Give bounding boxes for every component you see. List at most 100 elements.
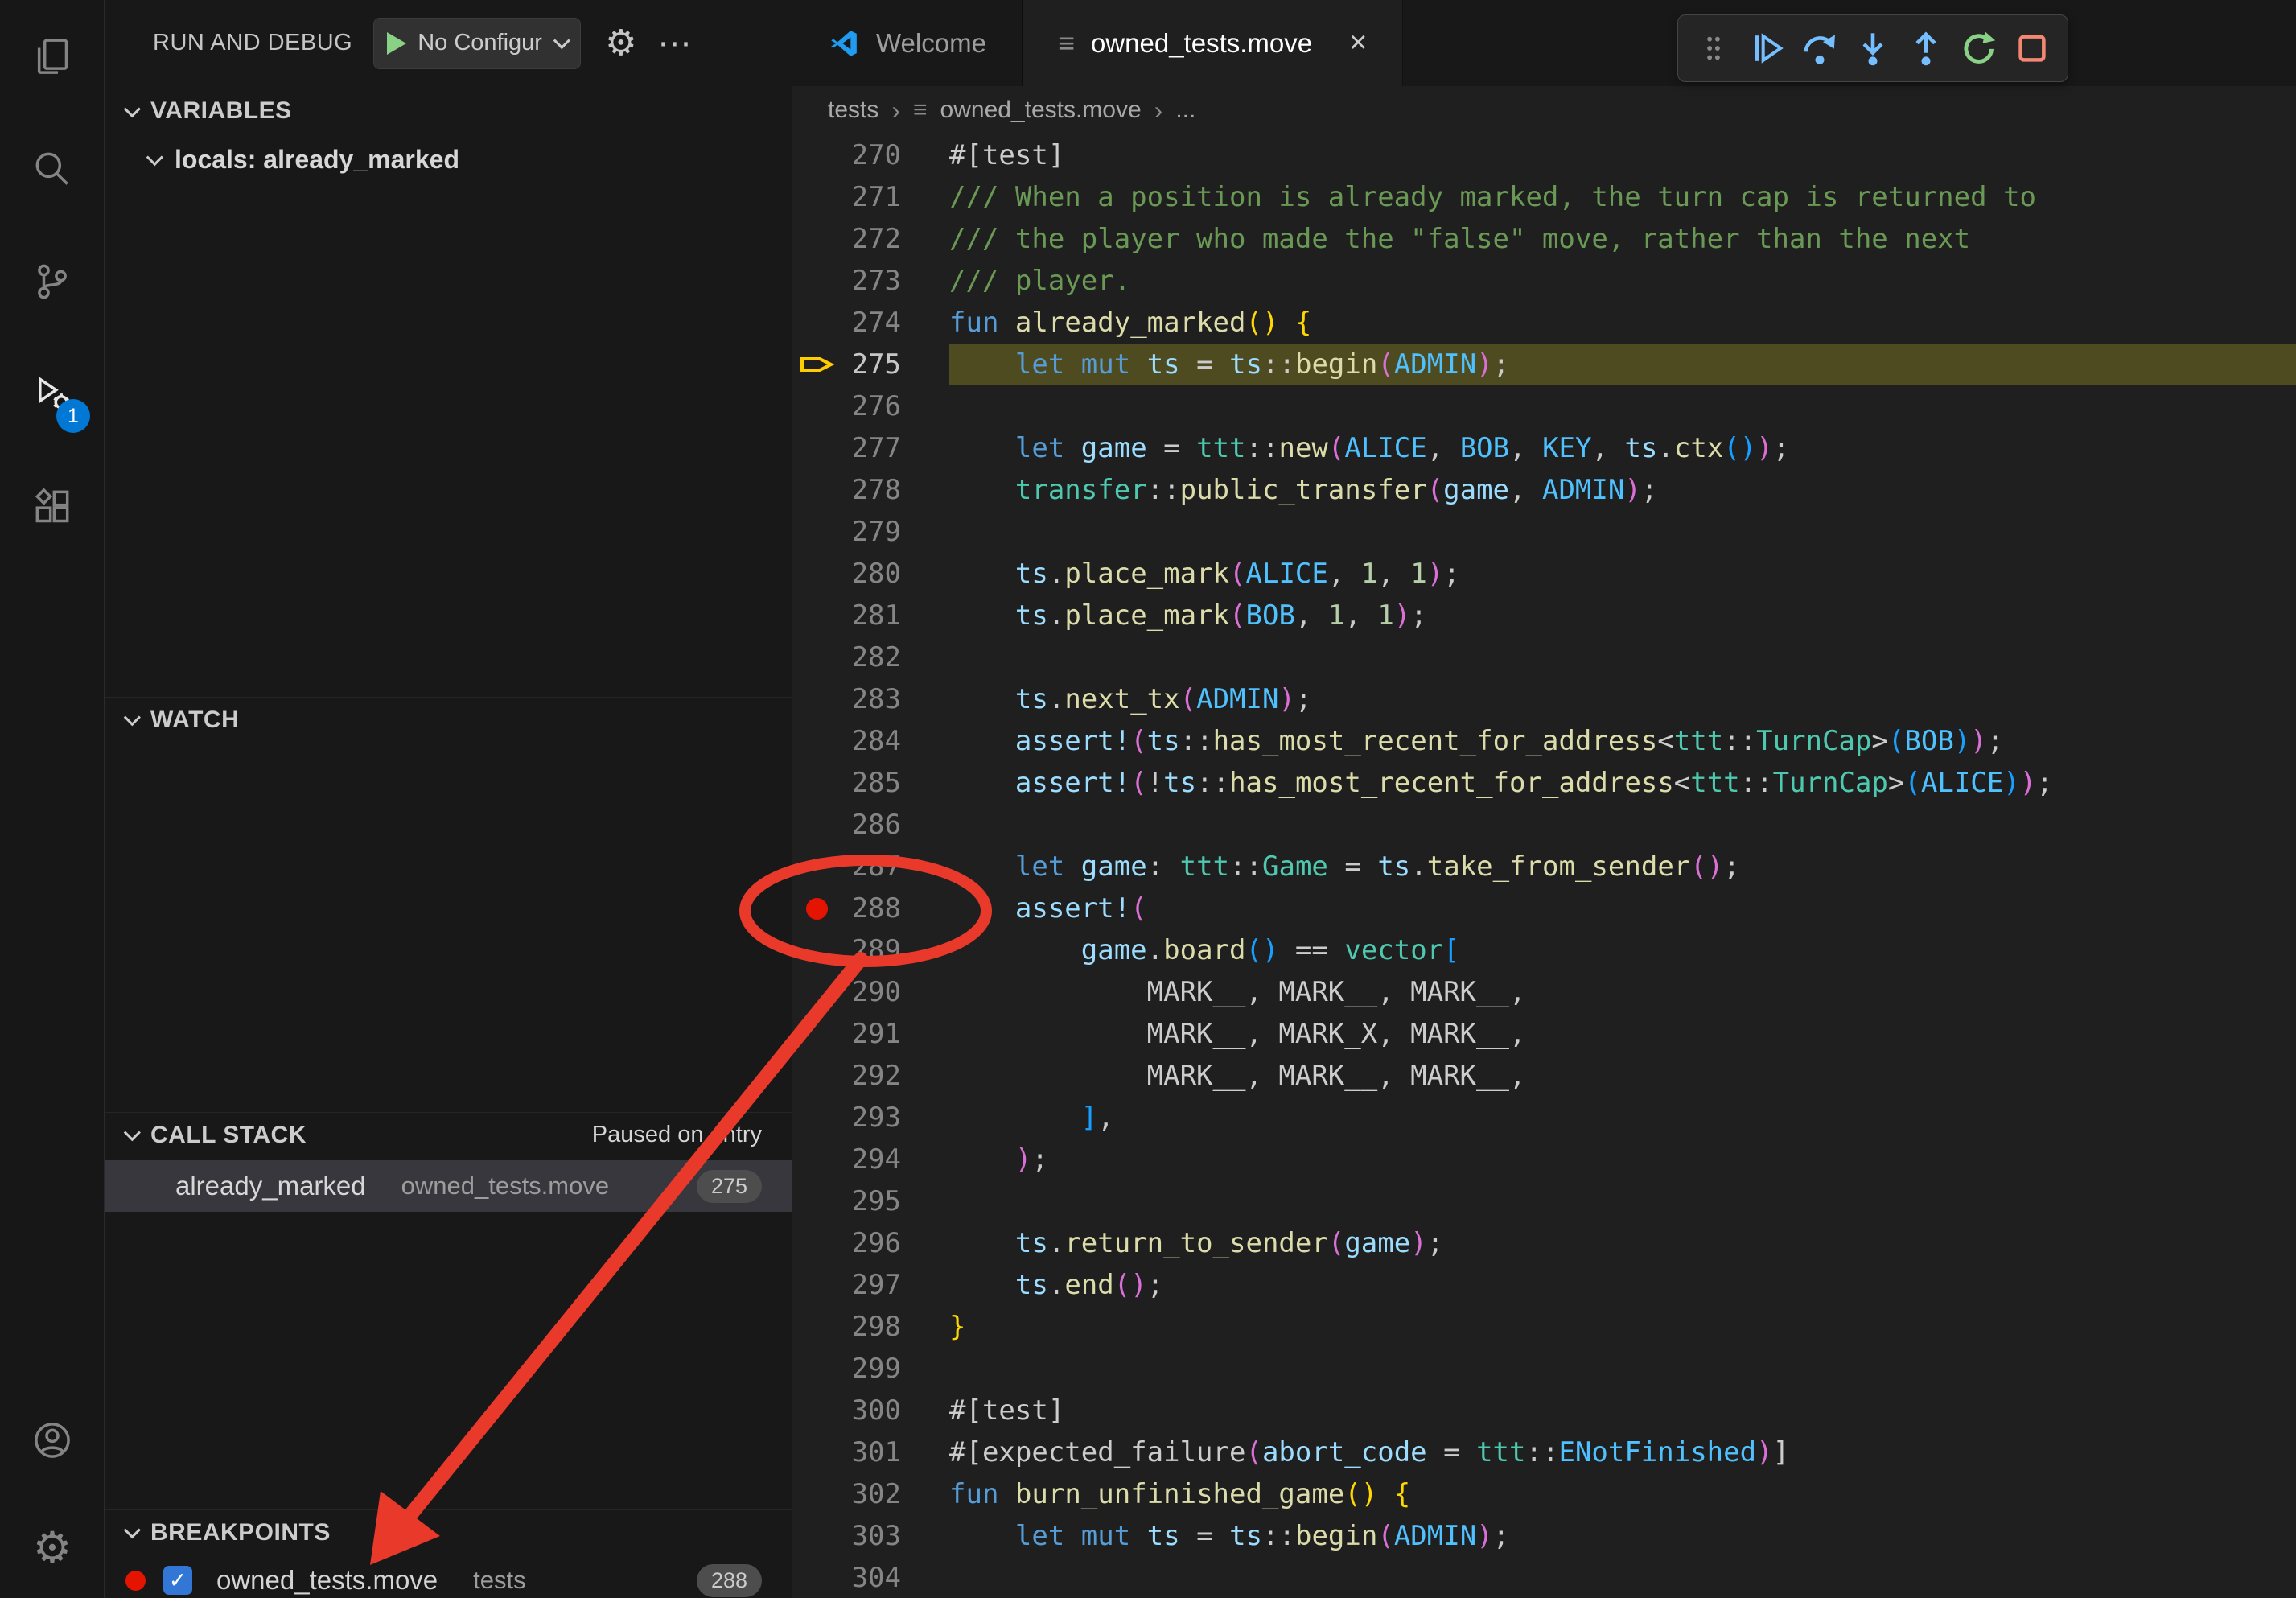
gutter[interactable]: 281 [792, 595, 949, 636]
tab-welcome[interactable]: Welcome [792, 0, 1023, 86]
restart-button[interactable] [1957, 26, 2002, 71]
sidebar-item-search[interactable] [0, 113, 105, 225]
gutter[interactable]: 295 [792, 1180, 949, 1222]
variables-section-header[interactable]: VARIABLES [105, 89, 792, 134]
code-text[interactable]: assert!(!ts::has_most_recent_for_address… [949, 762, 2296, 804]
code-line[interactable]: 270#[test] [792, 134, 2296, 176]
code-text[interactable]: fun burn_unfinished_game() { [949, 1473, 2296, 1515]
breadcrumb-item-tests[interactable]: tests [828, 97, 878, 124]
code-text[interactable]: ); [949, 1139, 2296, 1180]
code-text[interactable]: ts.place_mark(BOB, 1, 1); [949, 595, 2296, 636]
step-into-button[interactable] [1850, 26, 1895, 71]
gutter[interactable]: 296 [792, 1222, 949, 1264]
gutter[interactable]: 292 [792, 1055, 949, 1097]
code-text[interactable]: } [949, 1306, 2296, 1348]
gutter[interactable]: 303 [792, 1515, 949, 1557]
gutter[interactable]: 272 [792, 218, 949, 260]
gutter[interactable]: 290 [792, 971, 949, 1013]
code-text[interactable] [949, 636, 2296, 678]
gutter[interactable]: 289 [792, 929, 949, 971]
code-line[interactable]: 293 ], [792, 1097, 2296, 1139]
settings-button[interactable]: ⚙ [0, 1492, 105, 1598]
gutter[interactable]: 270 [792, 134, 949, 176]
code-line[interactable]: 299 [792, 1348, 2296, 1390]
code-text[interactable] [949, 1557, 2296, 1598]
gutter[interactable]: 301 [792, 1431, 949, 1473]
sidebar-item-extensions[interactable] [0, 451, 105, 563]
code-text[interactable]: MARK__, MARK__, MARK__, [949, 1055, 2296, 1097]
gutter[interactable]: 274 [792, 302, 949, 344]
gutter[interactable]: 282 [792, 636, 949, 678]
gutter[interactable]: 273 [792, 260, 949, 302]
breadcrumb-item-file[interactable]: owned_tests.move [940, 97, 1142, 124]
gutter[interactable]: 287 [792, 846, 949, 888]
code-line[interactable]: 276 [792, 385, 2296, 427]
code-line[interactable]: 301#[expected_failure(abort_code = ttt::… [792, 1431, 2296, 1473]
gutter[interactable]: 288 [792, 888, 949, 929]
close-icon[interactable]: × [1349, 26, 1367, 60]
code-line[interactable]: 275 let mut ts = ts::begin(ADMIN); [792, 344, 2296, 385]
gutter[interactable]: 286 [792, 804, 949, 846]
code-line[interactable]: 298} [792, 1306, 2296, 1348]
code-line[interactable]: 294 ); [792, 1139, 2296, 1180]
code-text[interactable]: MARK__, MARK_X, MARK__, [949, 1013, 2296, 1055]
call-stack-frame[interactable]: already_marked owned_tests.move 275 [105, 1160, 792, 1212]
code-text[interactable] [949, 804, 2296, 846]
call-stack-section-header[interactable]: CALL STACK Paused on entry [105, 1112, 792, 1157]
code-line[interactable]: 292 MARK__, MARK__, MARK__, [792, 1055, 2296, 1097]
breakpoint-gutter[interactable] [792, 898, 841, 920]
code-line[interactable]: 277 let game = ttt::new(ALICE, BOB, KEY,… [792, 427, 2296, 469]
code-text[interactable] [949, 1348, 2296, 1390]
code-line[interactable]: 289 game.board() == vector[ [792, 929, 2296, 971]
code-text[interactable]: ts.place_mark(ALICE, 1, 1); [949, 553, 2296, 595]
start-debugging-icon[interactable] [387, 32, 406, 55]
gear-icon[interactable]: ⚙ [605, 26, 636, 61]
watch-section-header[interactable]: WATCH [105, 697, 792, 742]
code-text[interactable]: ], [949, 1097, 2296, 1139]
breakpoints-section-header[interactable]: BREAKPOINTS [105, 1509, 792, 1555]
code-text[interactable]: let game: ttt::Game = ts.take_from_sende… [949, 846, 2296, 888]
sidebar-item-explorer[interactable] [0, 0, 105, 113]
code-line[interactable]: 297 ts.end(); [792, 1264, 2296, 1306]
step-over-button[interactable] [1797, 26, 1842, 71]
breakpoint-gutter[interactable] [792, 352, 841, 377]
code-line[interactable]: 304 [792, 1557, 2296, 1598]
tab-owned-tests-move[interactable]: ≡ owned_tests.move × [1023, 0, 1403, 86]
code-line[interactable]: 290 MARK__, MARK__, MARK__, [792, 971, 2296, 1013]
breakpoint-dot-icon[interactable] [806, 898, 828, 920]
sidebar-item-source-control[interactable] [0, 225, 105, 338]
code-line[interactable]: 274fun already_marked() { [792, 302, 2296, 344]
code-text[interactable] [949, 385, 2296, 427]
continue-button[interactable] [1744, 26, 1789, 71]
code-text[interactable]: fun already_marked() { [949, 302, 2296, 344]
code-line[interactable]: 286 [792, 804, 2296, 846]
gutter[interactable]: 276 [792, 385, 949, 427]
breakpoint-checkbox[interactable]: ✓ [163, 1566, 192, 1595]
code-line[interactable]: 281 ts.place_mark(BOB, 1, 1); [792, 595, 2296, 636]
gutter[interactable]: 291 [792, 1013, 949, 1055]
sidebar-item-run-and-debug[interactable]: 1 [0, 338, 105, 451]
gutter[interactable]: 283 [792, 678, 949, 720]
gutter[interactable]: 271 [792, 176, 949, 218]
code-line[interactable]: 284 assert!(ts::has_most_recent_for_addr… [792, 720, 2296, 762]
gutter[interactable]: 279 [792, 511, 949, 553]
gutter[interactable]: 285 [792, 762, 949, 804]
code-line[interactable]: 291 MARK__, MARK_X, MARK__, [792, 1013, 2296, 1055]
code-line[interactable]: 273/// player. [792, 260, 2296, 302]
gutter[interactable]: 299 [792, 1348, 949, 1390]
gutter[interactable]: 297 [792, 1264, 949, 1306]
code-text[interactable]: #[test] [949, 134, 2296, 176]
gutter[interactable]: 298 [792, 1306, 949, 1348]
stop-button[interactable] [2010, 26, 2055, 71]
gutter[interactable]: 293 [792, 1097, 949, 1139]
code-text[interactable]: /// When a position is already marked, t… [949, 176, 2296, 218]
code-line[interactable]: 279 [792, 511, 2296, 553]
code-text[interactable] [949, 1180, 2296, 1222]
gutter[interactable]: 294 [792, 1139, 949, 1180]
gutter[interactable]: 300 [792, 1390, 949, 1431]
code-text[interactable]: ts.next_tx(ADMIN); [949, 678, 2296, 720]
code-line[interactable]: 272/// the player who made the "false" m… [792, 218, 2296, 260]
code-line[interactable]: 296 ts.return_to_sender(game); [792, 1222, 2296, 1264]
code-text[interactable]: let mut ts = ts::begin(ADMIN); [949, 344, 2296, 385]
code-line[interactable]: 287 let game: ttt::Game = ts.take_from_s… [792, 846, 2296, 888]
